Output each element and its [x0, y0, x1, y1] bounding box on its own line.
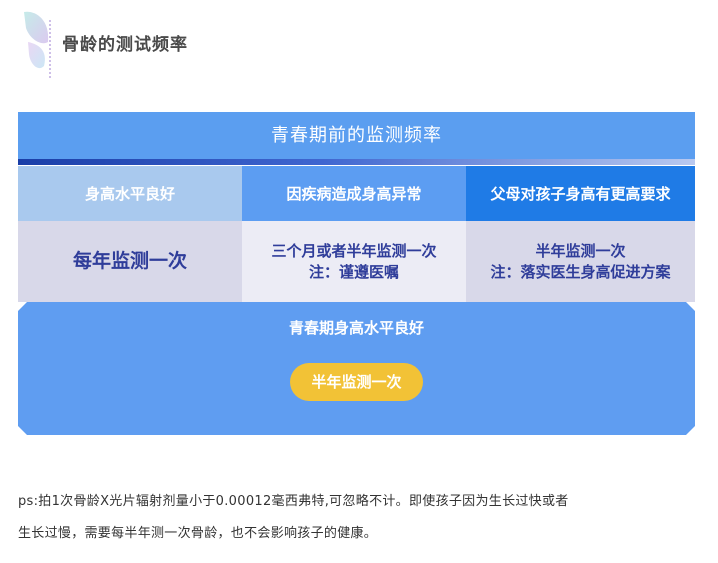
butterfly-wing-icon — [24, 11, 51, 78]
cell-frequency-text: 半年监测一次 — [535, 241, 626, 260]
cell-frequency-text: 三个月或者半年监测一次 — [271, 241, 437, 260]
puberty-title: 青春期身高水平良好 — [288, 319, 424, 337]
frequency-panel: 青春期前的监测频率 身高水平良好 因疾病造成身高异常 父母对孩子身高有更高要求 … — [18, 112, 695, 435]
section-header: 骨龄的测试频率 — [20, 6, 320, 82]
cell-note-text: 注：落实医生身高促进方案 — [490, 262, 671, 281]
frequency-cell-good-height: 每年监测一次 — [18, 221, 242, 302]
section-title: 骨龄的测试频率 — [62, 35, 188, 55]
corner-notch — [18, 302, 27, 311]
frequency-cell-disease: 三个月或者半年监测一次 注：谨遵医嘱 — [242, 221, 466, 302]
puberty-frequency-badge: 半年监测一次 — [290, 363, 423, 401]
frequency-cell-parent-expectation: 半年监测一次 注：落实医生身高促进方案 — [466, 221, 695, 302]
footnote-line: 生长过慢，需要每半年测一次骨龄，也不会影响孩子的健康。 — [18, 526, 378, 541]
corner-notch — [686, 302, 695, 311]
panel-title: 青春期前的监测频率 — [18, 112, 695, 159]
puberty-section: 青春期身高水平良好 半年监测一次 — [18, 302, 695, 435]
footnote: ps:拍1次骨龄X光片辐射剂量小于0.00012毫西弗特,可忽略不计。即使孩子因… — [18, 486, 702, 550]
corner-notch — [686, 426, 695, 435]
cell-frequency-text: 每年监测一次 — [72, 250, 187, 272]
column-heading-parent-expectation: 父母对孩子身高有更高要求 — [466, 166, 695, 221]
footnote-line: ps:拍1次骨龄X光片辐射剂量小于0.00012毫西弗特,可忽略不计。即使孩子因… — [18, 494, 569, 509]
column-heading-disease: 因疾病造成身高异常 — [242, 166, 466, 221]
cell-note-text: 注：谨遵医嘱 — [308, 262, 399, 281]
column-heading-good-height: 身高水平良好 — [18, 166, 242, 221]
title-underline — [18, 159, 695, 165]
corner-notch — [18, 426, 27, 435]
